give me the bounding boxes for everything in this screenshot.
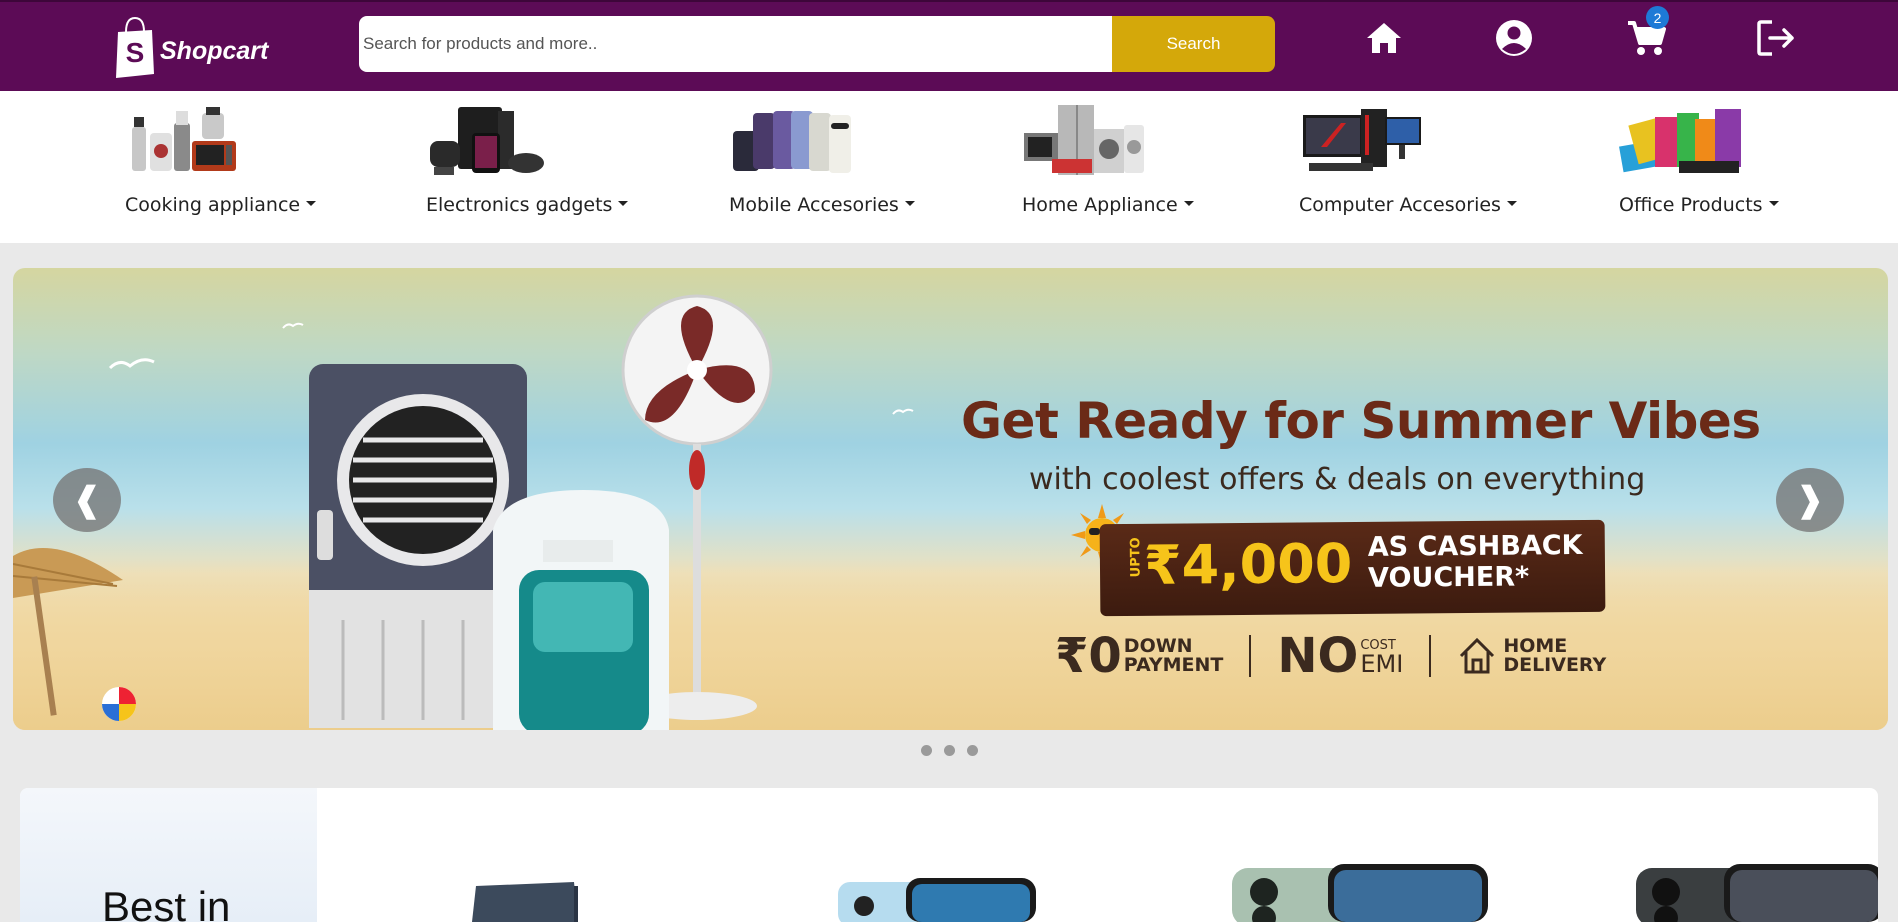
perk-small: COST EMI	[1360, 635, 1403, 677]
search-input[interactable]	[359, 16, 1112, 72]
carousel-indicators	[921, 745, 978, 756]
voucher-line2: VOUCHER*	[1367, 561, 1530, 594]
best-in-section: Best in	[20, 788, 1878, 922]
carousel-dot[interactable]	[944, 745, 955, 756]
perk-home-delivery: HOME DELIVERY	[1457, 636, 1606, 676]
category-electronics-gadgets[interactable]: Electronics gadgets	[424, 91, 629, 243]
cooking-appliance-image	[132, 107, 236, 171]
product-image[interactable]	[828, 878, 1038, 922]
perk-line: DELIVERY	[1503, 654, 1607, 676]
beach-sand	[13, 560, 1888, 730]
water-purifier-image	[493, 490, 669, 730]
shopcart-logo[interactable]: S Shopcart	[114, 16, 268, 78]
hero-carousel[interactable]: Get Ready for Summer Vibes with coolest …	[13, 268, 1888, 730]
search-bar: Search	[359, 16, 1275, 72]
perk-big: NO	[1277, 628, 1359, 684]
perk-divider	[1249, 635, 1252, 677]
dropdown-caret-icon	[1768, 201, 1779, 206]
perk-small: DOWN PAYMENT	[1124, 637, 1224, 675]
offer-perks: ₹0 DOWN PAYMENT NO COST EMI HOME DELIVERY	[1055, 632, 1606, 680]
account-icon[interactable]	[1494, 18, 1534, 58]
electronics-gadgets-image	[430, 107, 544, 175]
category-mobile-accesories[interactable]: Mobile Accesories	[728, 91, 928, 243]
cashback-voucher-board: UPTO ₹4,000 AS CASHBACK VOUCHER*	[1099, 519, 1606, 617]
best-in-title: Best in	[102, 883, 231, 922]
dropdown-caret-icon	[618, 201, 629, 206]
office-products-image	[1619, 109, 1741, 173]
computer-accesories-image	[1303, 109, 1421, 171]
category-label-text: Mobile Accesories	[729, 194, 899, 216]
product-image[interactable]	[1228, 864, 1492, 922]
cart-count-badge: 2	[1646, 6, 1669, 29]
carousel-dot[interactable]	[967, 745, 978, 756]
dropdown-caret-icon	[1506, 201, 1517, 206]
category-label: Computer Accesories	[1299, 194, 1517, 216]
category-label: Home Appliance	[1022, 194, 1194, 216]
category-label-text: Cooking appliance	[125, 194, 301, 216]
voucher-line1: AS CASHBACK	[1367, 529, 1583, 563]
beach-ball-image	[102, 687, 136, 721]
house-icon	[1460, 637, 1495, 674]
category-label: Office Products	[1619, 194, 1779, 216]
banner-subtitle: with coolest offers & deals on everythin…	[1029, 462, 1646, 497]
carousel-next-button[interactable]: ❱	[1776, 468, 1844, 532]
perk-line: PAYMENT	[1123, 654, 1224, 676]
seagull-icon	[108, 358, 155, 370]
product-image[interactable]	[470, 882, 598, 922]
carousel-dot[interactable]	[921, 745, 932, 756]
category-computer-accesories[interactable]: Computer Accesories	[1299, 91, 1519, 243]
banner-title: Get Ready for Summer Vibes	[961, 392, 1761, 450]
perk-zero-down-payment: ₹0 DOWN PAYMENT	[1055, 632, 1223, 680]
top-navbar: S Shopcart Search 2	[0, 0, 1898, 91]
shopping-bag-icon: S	[114, 16, 156, 78]
home-appliance-image	[1024, 105, 1144, 175]
voucher-upto: UPTO	[1128, 537, 1144, 578]
logo-letter: S	[126, 37, 145, 68]
seagull-icon	[892, 408, 914, 415]
seagull-icon	[282, 322, 304, 329]
category-label-text: Computer Accesories	[1299, 194, 1501, 216]
category-label-text: Electronics gadgets	[426, 194, 613, 216]
perk-big: ₹0	[1055, 628, 1122, 684]
dropdown-caret-icon	[904, 201, 915, 206]
category-label-text: Office Products	[1619, 194, 1763, 216]
logo-text: Shopcart	[160, 36, 269, 65]
voucher-amount: ₹4,000	[1143, 532, 1353, 597]
category-cooking-appliance[interactable]: Cooking appliance	[122, 91, 322, 243]
category-label: Mobile Accesories	[729, 194, 915, 216]
dropdown-caret-icon	[1183, 201, 1194, 206]
dropdown-caret-icon	[306, 201, 317, 206]
category-office-products[interactable]: Office Products	[1619, 91, 1819, 243]
carousel-prev-button[interactable]: ❰	[53, 468, 121, 532]
best-in-panel: Best in	[20, 788, 317, 922]
perk-line: EMI	[1360, 650, 1404, 678]
perk-no-cost-emi: NO COST EMI	[1277, 632, 1403, 680]
category-home-appliance[interactable]: Home Appliance	[1020, 91, 1220, 243]
category-bar: Cooking appliance Electronics gadgets Mo…	[0, 91, 1898, 243]
search-button[interactable]: Search	[1112, 16, 1275, 72]
voucher-text: AS CASHBACK VOUCHER*	[1368, 530, 1583, 594]
logout-icon[interactable]	[1756, 18, 1796, 58]
perk-small: HOME DELIVERY	[1503, 637, 1606, 675]
perk-divider	[1429, 635, 1432, 677]
category-label-text: Home Appliance	[1022, 194, 1178, 216]
product-image[interactable]	[1632, 864, 1878, 922]
category-label: Cooking appliance	[125, 194, 317, 216]
home-icon[interactable]	[1364, 18, 1404, 58]
category-label: Electronics gadgets	[426, 194, 629, 216]
mobile-accesories-image	[733, 111, 851, 173]
